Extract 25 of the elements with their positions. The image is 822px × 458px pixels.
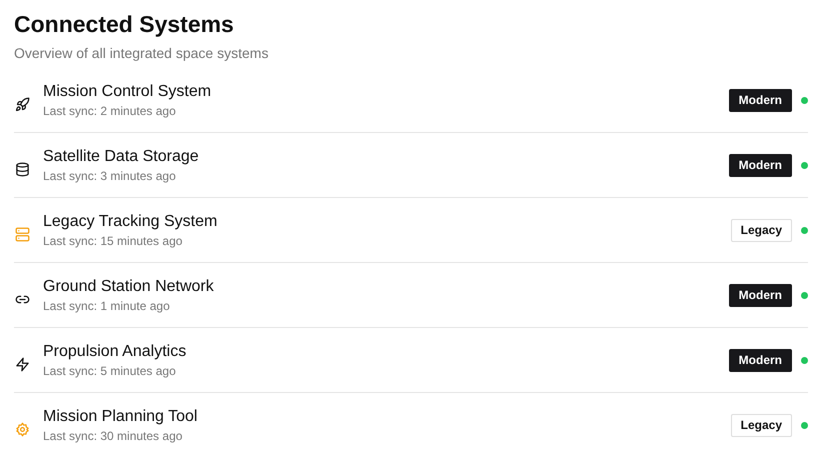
system-name: Propulsion Analytics (43, 342, 188, 360)
database-icon (15, 162, 30, 176)
settings-icon (15, 422, 30, 436)
sync-time: Last sync: 30 minutes ago (43, 428, 184, 444)
server-icon (15, 226, 30, 242)
page-subtitle: Overview of all integrated space systems (14, 44, 270, 62)
system-name: Mission Control System (43, 82, 212, 100)
system-name: Mission Planning Tool (43, 406, 198, 426)
sync-time: Last sync: 15 minutes ago (43, 234, 184, 248)
lightning-icon (15, 356, 30, 372)
type-tag: Modern (728, 284, 792, 306)
system-name: Ground Station Network (43, 276, 215, 296)
sync-time: Last sync: 3 minutes ago (43, 168, 177, 184)
type-tag: Modern (728, 348, 792, 372)
sync-time: Last sync: 5 minutes ago (43, 364, 177, 378)
type-tag: Legacy (730, 414, 792, 436)
type-tag: Legacy (730, 218, 792, 242)
sync-time: Last sync: 2 minutes ago (43, 104, 177, 118)
page-title: Connected Systems (14, 10, 235, 38)
system-name: Legacy Tracking System (43, 212, 218, 230)
rocket-icon (15, 96, 30, 112)
sync-time: Last sync: 1 minute ago (43, 298, 171, 314)
type-tag: Modern (728, 88, 792, 112)
type-tag: Modern (728, 154, 792, 176)
system-name: Satellite Data Storage (43, 146, 200, 166)
